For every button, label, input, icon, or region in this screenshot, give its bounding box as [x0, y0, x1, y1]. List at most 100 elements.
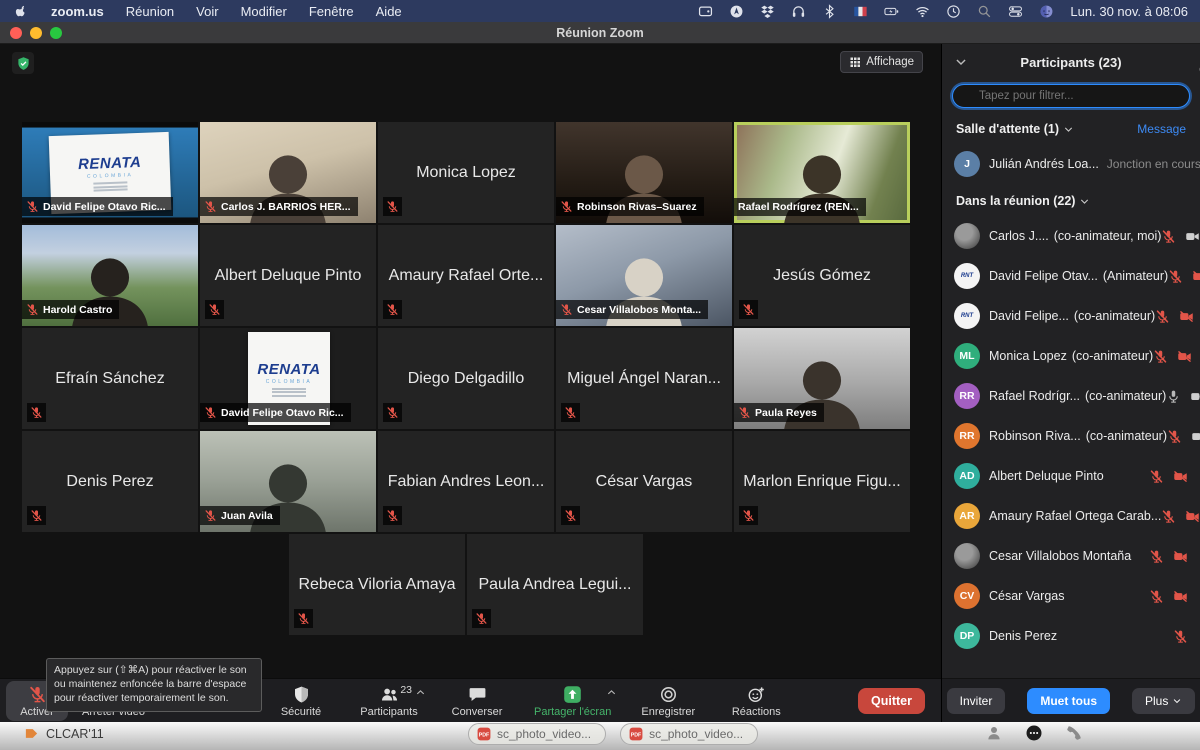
- caret-up-icon[interactable]: [415, 687, 426, 698]
- apple-logo-icon[interactable]: [14, 4, 29, 19]
- camera-off-icon: [1185, 509, 1200, 524]
- display-icon[interactable]: [698, 4, 713, 19]
- video-tile[interactable]: Monica Lopez: [378, 122, 554, 223]
- participant-row[interactable]: DPDenis Perez: [942, 616, 1200, 656]
- phone-icon[interactable]: [1065, 724, 1083, 742]
- video-tile[interactable]: Denis Perez: [22, 431, 198, 532]
- video-tile[interactable]: Cesar Villalobos Monta...: [556, 225, 732, 326]
- speech-bubble-icon[interactable]: [1025, 724, 1043, 742]
- participant-row[interactable]: Cesar Villalobos Montaña: [942, 536, 1200, 576]
- mic-muted-icon: [383, 403, 402, 422]
- participants-button[interactable]: Participants23: [358, 681, 420, 721]
- participant-role: (co-animateur): [1085, 389, 1166, 403]
- dropbox-icon[interactable]: [760, 4, 775, 19]
- window-title: Réunion Zoom: [0, 26, 1200, 40]
- video-grid: RENATACOLOMBIA David Felipe Otavo Ric...…: [22, 122, 910, 637]
- video-tile[interactable]: César Vargas: [556, 431, 732, 532]
- video-tile[interactable]: Harold Castro: [22, 225, 198, 326]
- in-meeting-header[interactable]: Dans la réunion (22): [956, 194, 1090, 208]
- video-tile[interactable]: Fabian Andres Leon...: [378, 431, 554, 532]
- french-flag-icon[interactable]: [853, 4, 868, 19]
- video-tile[interactable]: Miguel Ángel Naran...: [556, 328, 732, 429]
- view-button[interactable]: Affichage: [840, 51, 923, 73]
- video-tile[interactable]: Jesús Gómez: [734, 225, 910, 326]
- panel-footer: Inviter Muet tous Plus: [942, 678, 1200, 722]
- location-icon[interactable]: [729, 4, 744, 19]
- battery-icon[interactable]: [884, 4, 899, 19]
- video-tile[interactable]: Marlon Enrique Figu...: [734, 431, 910, 532]
- video-tile[interactable]: Juan Avila: [200, 431, 376, 532]
- menu-item-runion[interactable]: Réunion: [126, 4, 174, 19]
- more-button[interactable]: Plus: [1132, 688, 1195, 714]
- video-tile[interactable]: Rafael Rodrígrez (REN...: [734, 122, 910, 223]
- more-label: Plus: [1145, 694, 1168, 708]
- bluetooth-icon[interactable]: [822, 4, 837, 19]
- waiting-participant-row[interactable]: J Julián Andrés Loa... Jonction en cours…: [942, 144, 1200, 184]
- video-tile[interactable]: Efraín Sánchez: [22, 328, 198, 429]
- video-tile[interactable]: Paula Andrea Legui...: [467, 534, 643, 635]
- desktop-folder[interactable]: CLCAR'11: [24, 726, 104, 741]
- wifi-icon[interactable]: [915, 4, 930, 19]
- video-tile[interactable]: Amaury Rafael Orte...: [378, 225, 554, 326]
- caret-up-icon[interactable]: [606, 687, 617, 698]
- desktop-file[interactable]: PDF sc_photo_video...: [468, 723, 606, 745]
- participant-row[interactable]: ARAmaury Rafael Ortega Carab...: [942, 496, 1200, 536]
- person-icon[interactable]: [985, 724, 1003, 742]
- mic-muted-icon: [204, 509, 217, 522]
- share-button[interactable]: Partager l'écran: [534, 681, 611, 721]
- search-icon[interactable]: [977, 4, 992, 19]
- tile-row: Efraín Sánchez RENATACOLOMBIA David Feli…: [22, 328, 910, 429]
- mic-muted-icon: [383, 197, 402, 216]
- file-label: sc_photo_video...: [497, 727, 591, 741]
- participant-row[interactable]: MLMonica Lopez(co-animateur): [942, 336, 1200, 376]
- menu-item-voir[interactable]: Voir: [196, 4, 218, 19]
- headphones-icon[interactable]: [791, 4, 806, 19]
- participant-row[interactable]: CVCésar Vargas: [942, 576, 1200, 616]
- video-tile[interactable]: Paula Reyes: [734, 328, 910, 429]
- video-tile[interactable]: Diego Delgadillo: [378, 328, 554, 429]
- tile-name-chip: Rafael Rodrígrez (REN...: [734, 198, 866, 216]
- tile-name: David Felipe Otavo Ric...: [43, 201, 166, 213]
- video-tile[interactable]: Robinson Rivas–Suarez: [556, 122, 732, 223]
- panel-title: Participants (23): [1020, 55, 1121, 70]
- control-center-icon[interactable]: [1008, 4, 1023, 19]
- video-tile[interactable]: Albert Deluque Pinto: [200, 225, 376, 326]
- security-button[interactable]: Sécurité: [270, 681, 332, 721]
- participant-row[interactable]: RNTDavid Felipe Otav...(Animateur): [942, 256, 1200, 296]
- invite-button[interactable]: Inviter: [947, 688, 1006, 714]
- chevron-down-icon[interactable]: [954, 55, 968, 69]
- reactions-button[interactable]: Réactions: [725, 681, 787, 721]
- tile-name-center: Efraín Sánchez: [22, 328, 198, 429]
- record-button[interactable]: Enregistrer: [637, 681, 699, 721]
- participant-row[interactable]: RNTDavid Felipe...(co-animateur): [942, 296, 1200, 336]
- participant-row[interactable]: ADAlbert Deluque Pinto: [942, 456, 1200, 496]
- chat-button[interactable]: Converser: [446, 681, 508, 721]
- reactions-label: Réactions: [732, 706, 781, 718]
- menu-item-aide[interactable]: Aide: [376, 4, 402, 19]
- waiting-room-header[interactable]: Salle d'attente (1): [956, 122, 1074, 136]
- participant-row[interactable]: RRRobinson Riva...(co-animateur): [942, 416, 1200, 456]
- tile-name-center: Rebeca Viloria Amaya: [289, 534, 465, 635]
- filter-input[interactable]: [952, 84, 1190, 108]
- mic-muted-icon: [560, 303, 573, 316]
- participant-status-icons: [1168, 269, 1200, 284]
- clock-icon[interactable]: [946, 4, 961, 19]
- video-tile[interactable]: Carlos J. BARRIOS HER...: [200, 122, 376, 223]
- finder-icon[interactable]: [1039, 4, 1054, 19]
- menu-app-name[interactable]: zoom.us: [51, 4, 104, 19]
- quit-button[interactable]: Quitter: [858, 688, 925, 714]
- video-tile[interactable]: RENATACOLOMBIA David Felipe Otavo Ric...: [22, 122, 198, 223]
- message-link[interactable]: Message: [1137, 122, 1186, 136]
- video-tile[interactable]: RENATACOLOMBIA David Felipe Otavo Ric...: [200, 328, 376, 429]
- participant-row[interactable]: Carlos J....(co-animateur, moi): [942, 216, 1200, 256]
- menu-item-fentre[interactable]: Fenêtre: [309, 4, 354, 19]
- security-shield-icon[interactable]: [12, 52, 34, 74]
- menubar-clock[interactable]: Lun. 30 nov. à 08:06: [1070, 4, 1188, 19]
- participant-row[interactable]: RRRafael Rodrígr...(co-animateur): [942, 376, 1200, 416]
- menu-item-modifier[interactable]: Modifier: [241, 4, 287, 19]
- desktop-file[interactable]: PDFsc_photo_video...: [620, 723, 758, 745]
- mute-all-button[interactable]: Muet tous: [1027, 688, 1110, 714]
- pdf-icon: PDF: [477, 727, 491, 741]
- video-stage: Affichage RENATACOLOMBIA David Felipe Ot…: [0, 44, 941, 678]
- video-tile[interactable]: Rebeca Viloria Amaya: [289, 534, 465, 635]
